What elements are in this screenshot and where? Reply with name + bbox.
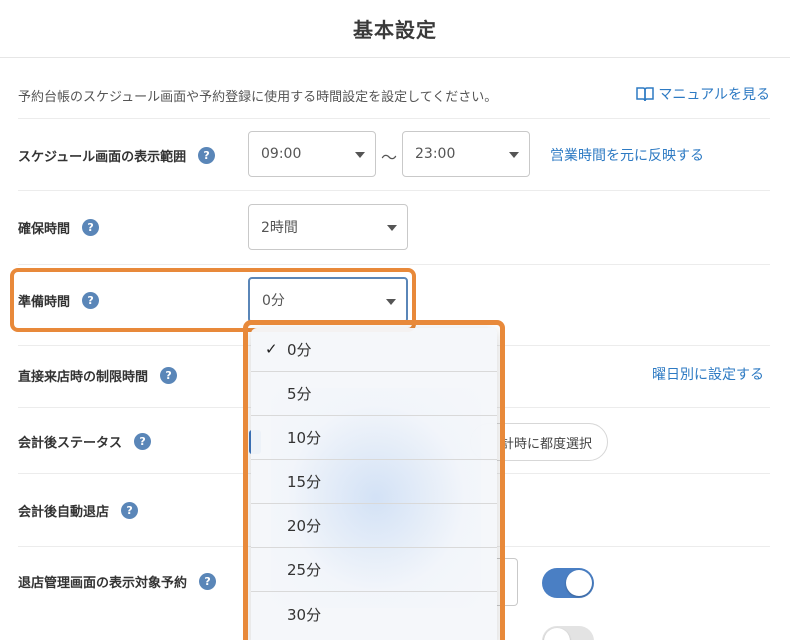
chevron-down-icon xyxy=(355,152,365,158)
chevron-down-icon xyxy=(509,152,519,158)
schedule-range-label: スケジュール画面の表示範囲 ? xyxy=(18,146,216,165)
divider xyxy=(18,118,770,119)
exit-display-label: 退店管理画面の表示対象予約 ? xyxy=(18,572,217,591)
chevron-down-icon xyxy=(386,299,396,305)
help-icon[interactable]: ? xyxy=(160,367,178,384)
post-checkout-status-label: 会計後ステータス ? xyxy=(18,432,152,451)
apply-business-hours-link[interactable]: 営業時間を元に反映する xyxy=(550,145,704,165)
help-icon[interactable]: ? xyxy=(82,219,100,236)
schedule-start-select[interactable]: 09:00 xyxy=(248,131,376,177)
settings-description: 予約台帳のスケジュール画面や予約登録に使用する時間設定を設定してください。 xyxy=(18,90,498,105)
dropdown-highlight: ✓ 0分 5分 10分 15分 20分 25分 30分 xyxy=(243,320,505,640)
secondary-toggle[interactable] xyxy=(542,626,594,640)
walkin-limit-label: 直接来店時の制限時間 ? xyxy=(18,366,178,385)
dropdown-option[interactable]: 25分 xyxy=(251,548,497,592)
dropdown-option[interactable]: 10分 xyxy=(251,416,497,460)
page-title: 基本設定 xyxy=(353,18,437,42)
toggle-knob xyxy=(544,628,570,640)
help-icon[interactable]: ? xyxy=(198,147,216,164)
schedule-end-select[interactable]: 23:00 xyxy=(402,131,530,177)
checkmark-icon: ✓ xyxy=(265,340,278,358)
prep-time-dropdown: ✓ 0分 5分 10分 15分 20分 25分 30分 xyxy=(251,328,497,640)
prep-time-label: 準備時間 ? xyxy=(18,291,100,310)
dropdown-option[interactable]: 15分 xyxy=(251,460,497,504)
weekday-settings-link[interactable]: 曜日別に設定する xyxy=(652,364,764,384)
help-icon[interactable]: ? xyxy=(82,292,100,309)
help-icon[interactable]: ? xyxy=(134,433,152,450)
prep-time-select[interactable]: 0分 xyxy=(248,277,408,323)
dropdown-option[interactable]: 20分 xyxy=(251,504,497,548)
page-header: 基本設定 xyxy=(0,0,790,58)
auto-exit-label: 会計後自動退店 ? xyxy=(18,501,139,520)
dropdown-option[interactable]: 30分 xyxy=(251,592,497,636)
divider xyxy=(18,190,770,191)
book-icon xyxy=(636,87,655,102)
range-separator: 〜 xyxy=(381,148,398,167)
toggle-knob xyxy=(566,570,592,596)
dropdown-option[interactable]: 5分 xyxy=(251,372,497,416)
reserve-time-label: 確保時間 ? xyxy=(18,218,100,237)
dropdown-option[interactable]: ✓ 0分 xyxy=(251,328,497,372)
help-icon[interactable]: ? xyxy=(121,502,139,519)
manual-link[interactable]: マニュアルを見る xyxy=(636,84,770,104)
divider xyxy=(18,264,770,265)
help-icon[interactable]: ? xyxy=(199,573,217,590)
manual-link-label: マニュアルを見る xyxy=(658,87,770,103)
reserve-time-select[interactable]: 2時間 xyxy=(248,204,408,250)
exit-display-toggle[interactable] xyxy=(542,568,594,598)
chevron-down-icon xyxy=(387,225,397,231)
